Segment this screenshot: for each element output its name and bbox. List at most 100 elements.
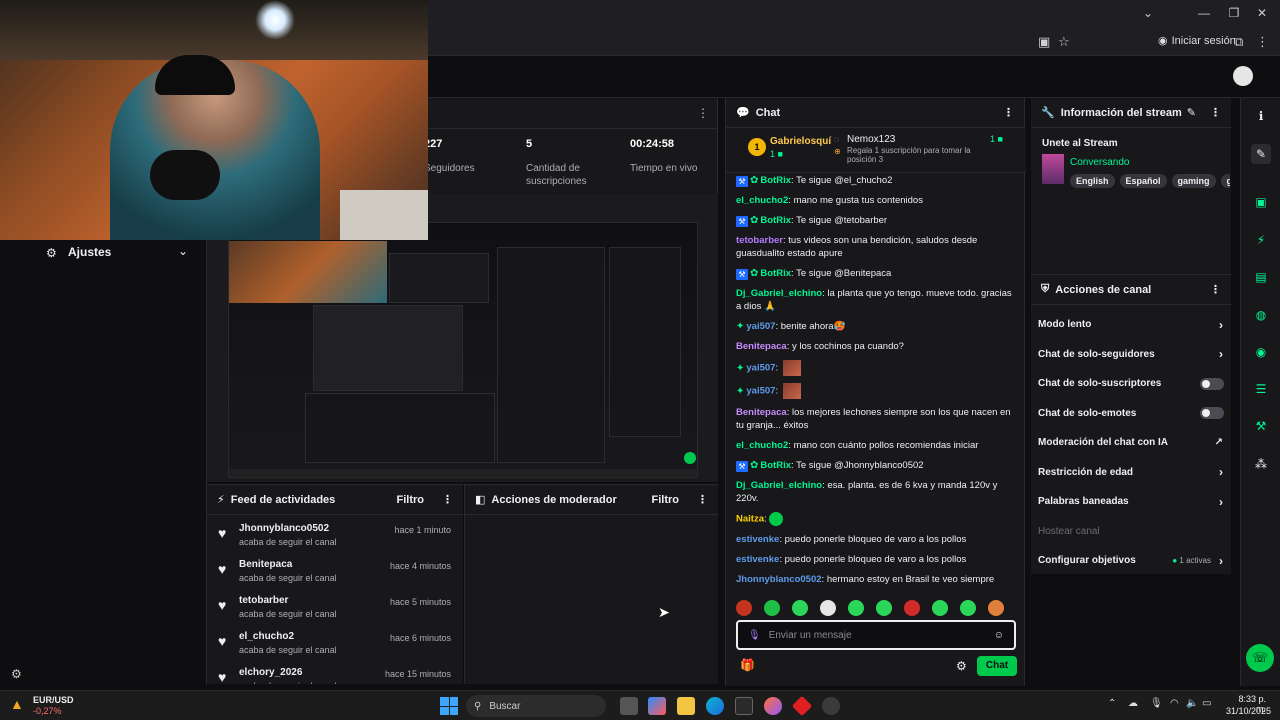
toggle-switch[interactable] xyxy=(1200,407,1224,420)
minimize-icon[interactable]: — xyxy=(1194,6,1214,24)
tag-chip[interactable]: English xyxy=(1070,174,1115,188)
close-icon[interactable]: ✕ xyxy=(1252,6,1272,24)
app-icon[interactable] xyxy=(791,695,813,717)
gear-icon[interactable]: ⚙ xyxy=(956,659,967,673)
modacts-filter-button[interactable]: Filtro xyxy=(652,494,680,506)
chat-username[interactable]: yai507 xyxy=(746,363,775,374)
volume-icon[interactable]: 🔈 xyxy=(1186,698,1198,709)
pinned-user[interactable]: Gabrielosquí xyxy=(770,136,831,147)
more-icon[interactable]: ⋮ xyxy=(697,106,709,120)
tag-chip[interactable]: gra xyxy=(1220,174,1230,188)
people-icon[interactable]: ⁂ xyxy=(1251,454,1271,474)
avatar[interactable] xyxy=(1233,66,1253,86)
task-view-icon[interactable] xyxy=(620,697,638,715)
emote-icon[interactable] xyxy=(988,600,1004,616)
channel-action-row[interactable]: Chat de solo-suscriptores xyxy=(1031,369,1231,399)
maximize-icon[interactable]: ❐ xyxy=(1224,6,1244,24)
chat-username[interactable]: Jhonnyblanco0502 xyxy=(736,574,822,585)
more-icon[interactable]: ⋮ xyxy=(1210,106,1221,119)
chat-username[interactable]: Benitepaca xyxy=(736,407,787,418)
chevron-down-icon[interactable]: ⌄ xyxy=(1138,6,1158,24)
chat-username[interactable]: BotRix xyxy=(760,215,791,226)
channel-action-row[interactable]: Chat de solo-seguidores › xyxy=(1031,340,1231,370)
chat-username[interactable]: estivenke xyxy=(736,534,779,545)
signin-button[interactable]: ◉ Iniciar sesión xyxy=(1158,34,1236,48)
chat-username[interactable]: BotRix xyxy=(760,175,791,186)
more-icon[interactable]: ⋮ xyxy=(1256,34,1269,50)
ticker-symbol[interactable]: EUR/USD xyxy=(33,695,74,705)
more-icon[interactable]: ⋮ xyxy=(697,493,708,506)
chat-username[interactable]: yai507 xyxy=(746,386,775,397)
cloud-icon[interactable]: ☁ xyxy=(1128,698,1138,709)
clock-date[interactable]: 31/10/2025 xyxy=(1226,706,1271,716)
chat-username[interactable]: BotRix xyxy=(760,268,791,279)
chat-username[interactable]: BotRix xyxy=(760,460,791,471)
info-icon[interactable]: ℹ xyxy=(1251,106,1271,126)
lightning-icon[interactable]: ⚡ xyxy=(1251,230,1271,250)
help-icon[interactable]: ☏ xyxy=(1246,644,1274,672)
chat-input[interactable]: 🎙 Enviar un mensaje ☺ xyxy=(736,620,1016,650)
extensions-icon[interactable]: ⧉ xyxy=(1234,34,1243,50)
channel-action-row[interactable]: Chat de solo-emotes xyxy=(1031,399,1231,429)
toggle-switch[interactable] xyxy=(1200,377,1224,390)
channel-action-row[interactable]: Moderación del chat con IA ↗ xyxy=(1031,428,1231,458)
wifi-icon[interactable]: ◠ xyxy=(1170,698,1179,709)
emote-icon[interactable] xyxy=(792,600,808,616)
emote-icon[interactable] xyxy=(848,600,864,616)
store-icon[interactable] xyxy=(735,697,753,715)
edit-icon[interactable]: ✎ xyxy=(1187,106,1196,119)
feed-filter-button[interactable]: Filtro xyxy=(397,494,425,506)
chevron-down-icon[interactable]: ⌄ xyxy=(178,244,188,258)
chat-username[interactable]: yai507 xyxy=(746,321,775,332)
channel-action-row[interactable]: Modo lento › xyxy=(1031,310,1231,340)
mic-icon[interactable]: 🎙 xyxy=(1150,698,1163,709)
broadcast-icon[interactable]: ◉ xyxy=(1251,342,1271,362)
settings-label[interactable]: Ajustes xyxy=(68,245,111,259)
screenshot-icon[interactable]: ▣ xyxy=(1038,34,1050,50)
chat-username[interactable]: Naitza xyxy=(736,514,764,525)
pencil-icon[interactable]: ✎ xyxy=(1251,144,1271,164)
tray-chevron-icon[interactable]: ⌃ xyxy=(1108,698,1116,709)
emote-icon[interactable] xyxy=(736,600,752,616)
emote-icon[interactable] xyxy=(904,600,920,616)
emote-icon[interactable] xyxy=(960,600,976,616)
tools-icon[interactable]: ⚒ xyxy=(1251,416,1271,436)
more-icon[interactable]: ⋮ xyxy=(442,493,453,506)
chat-icon[interactable]: ◍ xyxy=(1251,305,1271,325)
gear-icon[interactable]: ⚙ xyxy=(11,667,22,681)
list-icon[interactable]: ☰ xyxy=(1251,379,1271,399)
chat-username[interactable]: estivenke xyxy=(736,554,779,565)
emote-icon[interactable] xyxy=(876,600,892,616)
chat-username[interactable]: el_chucho2 xyxy=(736,440,788,451)
chat-username[interactable]: tetobarber xyxy=(736,235,783,246)
more-icon[interactable]: ⋮ xyxy=(1003,106,1014,119)
windows-start-icon[interactable] xyxy=(440,697,458,715)
chat-username[interactable]: el_chucho2 xyxy=(736,195,788,206)
copilot-icon[interactable] xyxy=(648,697,666,715)
taskbar-search[interactable]: ⚲ Buscar xyxy=(466,695,606,717)
firefox-icon[interactable] xyxy=(764,697,782,715)
category-link[interactable]: Conversando xyxy=(1070,157,1129,168)
emote-icon[interactable] xyxy=(932,600,948,616)
chat-send-button[interactable]: Chat xyxy=(977,656,1017,676)
emote-icon[interactable] xyxy=(820,600,836,616)
more-icon[interactable]: ⋮ xyxy=(1210,283,1221,296)
star-icon[interactable]: ☆ xyxy=(1058,34,1070,50)
tag-chip[interactable]: Español xyxy=(1119,174,1167,188)
obs-icon[interactable] xyxy=(822,697,840,715)
edge-icon[interactable] xyxy=(706,697,724,715)
channel-action-row[interactable]: Palabras baneadas › xyxy=(1031,487,1231,517)
chat-username[interactable]: Dj_Gabriel_elchino xyxy=(736,480,822,491)
mic-icon[interactable]: 🎙 xyxy=(748,630,761,641)
channel-action-row[interactable]: Configurar objetivos ● 1 activas › xyxy=(1031,546,1231,576)
chat-username[interactable]: Benitepaca xyxy=(736,341,787,352)
channel-action-row[interactable]: Restricción de edad › xyxy=(1031,458,1231,488)
tag-chip[interactable]: gaming xyxy=(1171,174,1216,188)
emoji-icon[interactable]: ☺ xyxy=(994,630,1004,641)
gift-user[interactable]: Nemox123 xyxy=(847,134,895,145)
folder-icon[interactable] xyxy=(677,697,695,715)
screen-icon[interactable]: ▣ xyxy=(1251,192,1271,212)
emote-icon[interactable] xyxy=(764,600,780,616)
battery-icon[interactable]: ▭ xyxy=(1202,698,1211,709)
gift-box-icon[interactable]: 🎁 xyxy=(740,658,755,672)
